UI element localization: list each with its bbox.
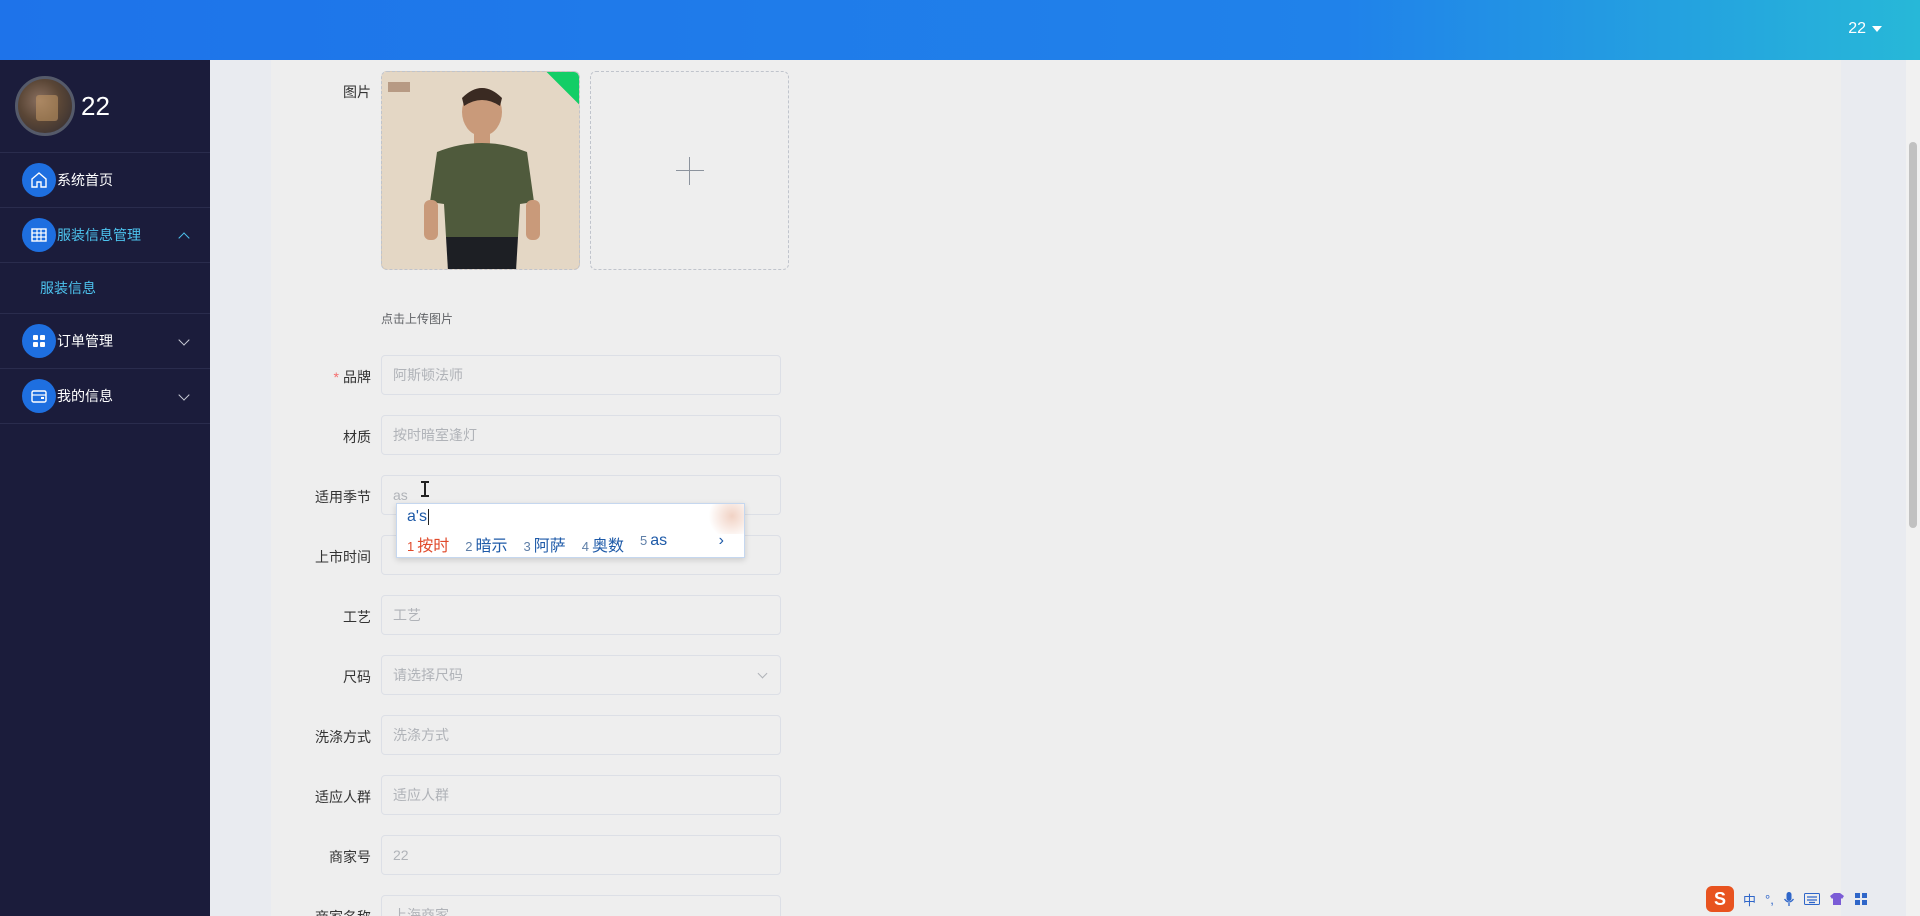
sidebar-subitem-clothing-info[interactable]: 服装信息 — [0, 263, 210, 314]
ime-composition: a's — [407, 508, 429, 525]
ime-mode-toggle[interactable]: 中 — [1743, 890, 1756, 909]
crowd-label: 适应人群 — [315, 789, 371, 805]
sidebar-item-my-info[interactable]: 我的信息 — [0, 369, 210, 424]
wash-input[interactable]: 洗涤方式 — [381, 715, 781, 755]
sidebar-item-home[interactable]: 系统首页 — [0, 153, 210, 208]
size-label: 尺码 — [343, 669, 371, 685]
sidebar-item-label: 系统首页 — [57, 172, 113, 188]
sidebar-item-orders[interactable]: 订单管理 — [0, 314, 210, 369]
merchant-name-input[interactable]: 上海商家 — [381, 895, 781, 916]
wash-label: 洗涤方式 — [315, 729, 371, 745]
crowd-input[interactable]: 适应人群 — [381, 775, 781, 815]
image-label: 图片 — [343, 84, 371, 100]
material-input[interactable]: 按时暗室逢灯 — [381, 415, 781, 455]
size-select-placeholder: 请选择尺码 — [393, 667, 463, 683]
user-name: 22 — [1848, 20, 1866, 37]
profile: 22 — [0, 60, 210, 153]
page-scrollbar[interactable] — [1906, 60, 1920, 916]
grid-table-icon — [22, 218, 56, 252]
sidebar-item-clothing-management[interactable]: 服装信息管理 — [0, 208, 210, 263]
ime-candidate[interactable]: 4 奥数 — [582, 532, 624, 556]
brand-label: * 品牌 — [333, 369, 371, 385]
sidebar-item-label: 我的信息 — [57, 388, 113, 404]
uploaded-image[interactable] — [381, 71, 580, 270]
caret-down-icon — [1872, 26, 1882, 32]
material-label: 材质 — [343, 429, 371, 445]
chevron-up-icon — [178, 232, 190, 244]
tshirt-model-photo — [382, 72, 579, 269]
merchant-no-label: 商家号 — [329, 849, 371, 865]
home-icon — [22, 163, 56, 197]
ime-candidate[interactable]: 5 as — [640, 532, 667, 556]
sidebar-item-label: 服装信息管理 — [57, 227, 141, 243]
chevron-down-icon — [178, 389, 190, 401]
microphone-icon[interactable] — [1783, 891, 1795, 907]
ime-candidates: 1 按时 2 暗示 3 阿萨 4 奥数 5 as — [407, 532, 667, 556]
upload-add-button[interactable] — [590, 71, 789, 270]
profile-name: 22 — [81, 90, 110, 121]
top-header: 22 — [0, 0, 1920, 60]
toolbox-grid-icon[interactable] — [1854, 892, 1868, 906]
craft-label: 工艺 — [343, 609, 371, 625]
merchant-name-label: 商家名称 — [271, 907, 371, 916]
punctuation-toggle[interactable]: °, — [1765, 892, 1774, 907]
ime-toolbar: S 中 °, — [1706, 886, 1868, 912]
chevron-down-icon — [178, 334, 190, 346]
user-dropdown[interactable]: 22 — [1848, 20, 1882, 38]
ime-candidate[interactable]: 3 阿萨 — [524, 532, 566, 556]
craft-input[interactable]: 工艺 — [381, 595, 781, 635]
skin-shirt-icon[interactable] — [1829, 892, 1845, 906]
ime-candidate[interactable]: 1 按时 — [407, 532, 449, 556]
brand-input[interactable]: 阿斯顿法师 — [381, 355, 781, 395]
release-time-label: 上市时间 — [315, 549, 371, 565]
chevron-down-icon — [757, 668, 768, 679]
merchant-no-input[interactable]: 22 — [381, 835, 781, 875]
keyboard-icon[interactable] — [1803, 893, 1820, 905]
apps-icon — [22, 324, 56, 358]
size-select[interactable]: 请选择尺码 — [381, 655, 781, 695]
sidebar: 22 系统首页 服装信息管理 服装信息 订单管理 我的信息 — [0, 60, 210, 916]
avatar — [15, 76, 75, 136]
sidebar-item-label: 订单管理 — [57, 333, 113, 349]
ime-candidate-popup: a's 1 按时 2 暗示 3 阿萨 4 奥数 5 as › — [396, 503, 745, 558]
wallet-icon — [22, 379, 56, 413]
sogou-logo-icon[interactable]: S — [1706, 886, 1734, 912]
upload-tip: 点击上传图片 — [381, 312, 454, 326]
ime-next-page-icon[interactable]: › — [719, 532, 724, 550]
required-asterisk: * — [333, 369, 339, 385]
season-label: 适用季节 — [315, 489, 371, 505]
text-cursor-icon — [421, 481, 429, 497]
ime-candidate[interactable]: 2 暗示 — [465, 532, 507, 556]
scrollbar-thumb[interactable] — [1909, 142, 1917, 528]
